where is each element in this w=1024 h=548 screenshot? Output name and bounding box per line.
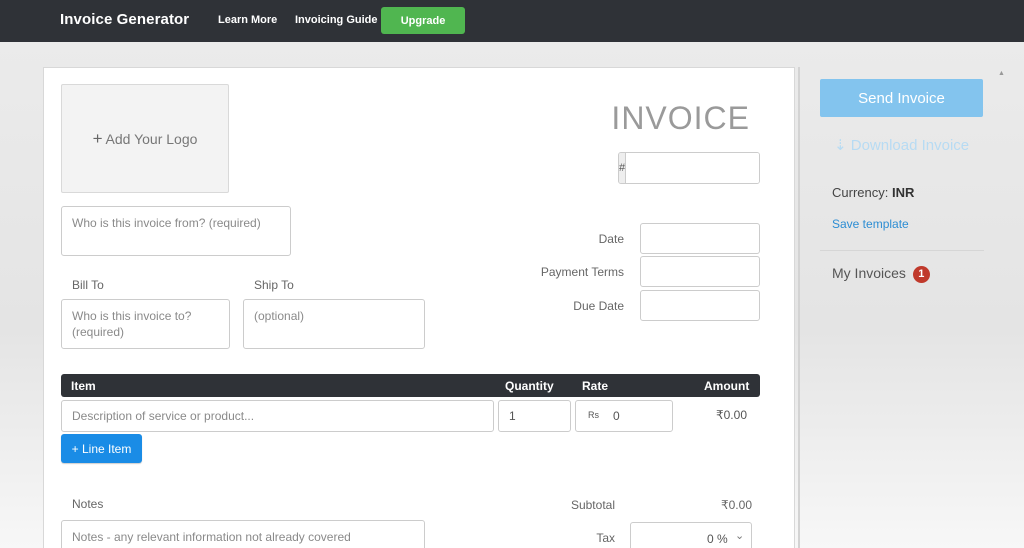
subtotal-value: ₹0.00 bbox=[721, 498, 752, 512]
date-label: Date bbox=[598, 232, 624, 246]
notes-field[interactable] bbox=[61, 520, 425, 548]
send-invoice-button[interactable]: Send Invoice bbox=[820, 79, 983, 117]
col-quantity: Quantity bbox=[505, 379, 554, 393]
rate-value: 0 bbox=[613, 409, 620, 423]
chevron-down-icon: ⌄ bbox=[735, 530, 745, 542]
rate-currency: Rs bbox=[588, 410, 599, 420]
subtotal-label: Subtotal bbox=[570, 498, 615, 512]
col-rate: Rate bbox=[582, 379, 609, 393]
item-quantity-input[interactable] bbox=[498, 400, 571, 432]
due-date-input[interactable] bbox=[640, 290, 760, 321]
top-navbar: Invoice Generator Learn More Invoicing G… bbox=[0, 0, 1024, 42]
notes-label: Notes bbox=[72, 497, 104, 511]
item-description-input[interactable] bbox=[61, 400, 494, 432]
invoice-number-group: # bbox=[618, 152, 760, 184]
scroll-up-arrow-icon[interactable]: ▲ bbox=[998, 70, 1005, 77]
invoice-number-input[interactable] bbox=[626, 153, 759, 183]
from-field[interactable] bbox=[61, 206, 291, 256]
payment-terms-input[interactable] bbox=[640, 256, 760, 287]
add-logo-label: Add Your Logo bbox=[105, 130, 198, 147]
currency-label: Currency: bbox=[832, 185, 889, 200]
ship-to-label: Ship To bbox=[254, 278, 294, 292]
invoice-title[interactable]: INVOICE bbox=[600, 100, 750, 137]
hash-icon: # bbox=[619, 153, 627, 183]
plus-icon: + bbox=[92, 128, 103, 148]
item-rate-input[interactable]: Rs 0 bbox=[575, 400, 673, 432]
col-item: Item bbox=[71, 379, 96, 393]
bill-to-field[interactable] bbox=[61, 299, 230, 349]
nav-invoicing-guide[interactable]: Invoicing Guide bbox=[295, 14, 378, 26]
ship-to-field[interactable] bbox=[243, 299, 425, 349]
save-template-link[interactable]: Save template bbox=[832, 217, 909, 231]
brand-title[interactable]: Invoice Generator bbox=[60, 11, 189, 28]
col-amount: Amount bbox=[704, 379, 750, 393]
my-invoices-label: My Invoices bbox=[832, 265, 906, 281]
download-invoice-link[interactable]: ⇣ Download Invoice bbox=[834, 136, 969, 154]
add-line-item-button[interactable]: + Line Item bbox=[61, 434, 142, 463]
currency-selector[interactable]: Currency: INR bbox=[832, 185, 914, 200]
bill-to-label: Bill To bbox=[72, 278, 104, 292]
tax-input[interactable]: 0 % ⌄ bbox=[630, 522, 752, 548]
add-logo-button[interactable]: + Add Your Logo bbox=[61, 84, 229, 193]
item-amount: ₹0.00 bbox=[716, 408, 747, 422]
tax-label: Tax bbox=[596, 531, 615, 545]
download-arrow-icon: ⇣ bbox=[834, 137, 847, 154]
due-date-label: Due Date bbox=[573, 299, 624, 313]
payment-terms-label: Payment Terms bbox=[540, 265, 624, 279]
currency-value: INR bbox=[891, 185, 915, 200]
my-invoices-badge: 1 bbox=[912, 266, 930, 283]
sidebar-divider bbox=[820, 250, 984, 251]
date-input[interactable] bbox=[640, 223, 760, 254]
items-table-header: Item Quantity Rate Amount bbox=[61, 374, 760, 397]
tax-value: 0 % bbox=[707, 532, 728, 546]
paper-stack-edge bbox=[798, 67, 800, 548]
nav-learn-more[interactable]: Learn More bbox=[218, 14, 277, 26]
my-invoices-link[interactable]: My Invoices 1 bbox=[832, 265, 930, 283]
upgrade-button[interactable]: Upgrade bbox=[381, 7, 465, 34]
download-label: Download Invoice bbox=[850, 137, 970, 154]
